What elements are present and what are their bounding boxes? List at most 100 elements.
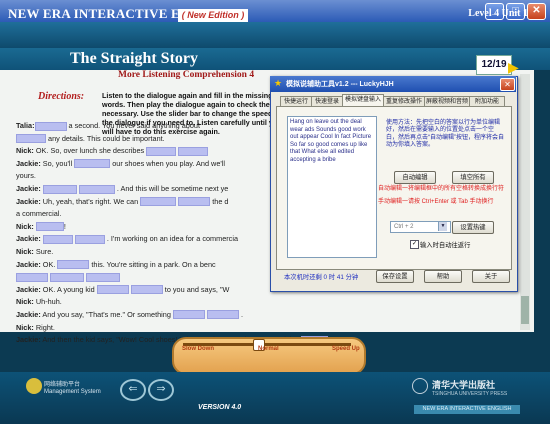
version-label: VERSION 4.0: [198, 404, 242, 411]
usage-instructions: 使用方法：先把空白的答案以行为单位编辑好，然后在需要输入的位置处点击一个空白，然…: [386, 120, 504, 149]
answer-blank-input[interactable]: [96, 285, 129, 295]
speed-slow-label: Slow Down: [182, 346, 214, 352]
platform-logo-name: 网络辅助平台: [44, 382, 81, 388]
speaker-label: Jackie:: [16, 234, 41, 244]
speaker-label: Jackie:: [16, 335, 41, 345]
university-name: 清华大学出版社: [432, 380, 496, 390]
page-number: 12/19: [476, 55, 512, 75]
dialogue-line: Jackie: And you say, "That's me." Or som…: [16, 309, 328, 322]
speed-fast-label: Speed Up: [332, 346, 360, 352]
dialogue-text: So, you'll: [40, 158, 75, 168]
dialogue-text: Sure.: [33, 246, 54, 256]
section-subtitle: More Listening Comprehension 4: [118, 70, 255, 80]
next-page-arrow-icon[interactable]: ▶: [508, 60, 522, 74]
answer-blank-input[interactable]: [178, 197, 211, 207]
speaker-label: Jackie:: [16, 158, 41, 168]
answer-blank-input[interactable]: [74, 159, 111, 169]
answer-blank-input[interactable]: [35, 222, 64, 232]
dialogue-text: OK. A young kid: [40, 284, 97, 294]
helper-dialog-title: 模拟说辅助工具v1.2 --- LuckyHJH: [286, 81, 394, 88]
university-seal-icon: [412, 378, 428, 394]
auto-return-label: 输入时自动往返行: [420, 242, 471, 249]
speaker-label: Talia:: [16, 121, 35, 130]
story-title: The Straight Story: [70, 50, 198, 67]
content-scrollbar[interactable]: [520, 74, 530, 330]
auto-edit-button[interactable]: 自动编辑: [394, 171, 436, 184]
save-settings-button[interactable]: 保存设置: [376, 270, 414, 283]
close-button[interactable]: ✕: [527, 3, 546, 20]
remaining-time-status: 本次机时还剩 0 时 41 分钟: [284, 274, 359, 281]
dialogue-text: . I'm working on an idea for a commercia: [104, 234, 239, 244]
answer-blank-input[interactable]: [42, 234, 73, 244]
answer-blank-input[interactable]: [78, 184, 115, 194]
speaker-label: Jackie:: [16, 284, 41, 294]
auto-edit-note: 自动编辑一将编辑框中的所有空格转换成换行符: [378, 186, 505, 192]
speed-normal-label: Normal: [258, 346, 279, 352]
speaker-label: Jackie:: [16, 259, 41, 269]
dialogue-text: any details. This could be important.: [46, 133, 165, 143]
dialog-close-icon[interactable]: ✕: [500, 78, 515, 91]
manual-edit-note: 手动编辑一请按 Ctrl+Enter 或 Tab 手动换行: [378, 199, 494, 205]
back-arrow-icon[interactable]: ⇐: [120, 379, 146, 401]
directions-label: Directions:: [38, 91, 85, 102]
answer-blank-input[interactable]: [16, 272, 48, 282]
answer-blank-input[interactable]: [34, 121, 67, 131]
platform-logo-sub: Management System: [44, 389, 101, 395]
answer-blank-input[interactable]: [74, 234, 105, 244]
level-unit-label: Level 4 Unit 1: [468, 8, 528, 19]
dialog-star-icon: ★: [274, 78, 283, 88]
dialogue-text: Uh-huh.: [33, 297, 62, 307]
speaker-label: Nick:: [16, 297, 34, 307]
fill-all-button[interactable]: 填空所有: [452, 171, 494, 184]
footer-brand: NEW ERA INTERACTIVE ENGLISH: [414, 405, 520, 414]
speaker-label: Jackie:: [16, 183, 41, 193]
answer-blank-input[interactable]: [146, 146, 177, 156]
dialogue-text: the d: [210, 196, 229, 206]
dialogue-text: this. You're sitting in a park. On a ben…: [89, 259, 216, 269]
dialogue-text: a commercial.: [16, 209, 62, 219]
content-scroll-thumb[interactable]: [521, 296, 529, 324]
dialogue-text: a second. You never said anything about: [66, 121, 201, 130]
dialogue-text: .: [238, 309, 244, 319]
answer-blank-input[interactable]: [50, 272, 85, 282]
speaker-label: Nick:: [16, 221, 34, 231]
answer-blank-input[interactable]: [172, 310, 205, 320]
about-button[interactable]: 关于: [472, 270, 510, 283]
next-arrow-icon[interactable]: ⇒: [148, 379, 174, 401]
speaker-label: Nick:: [16, 146, 34, 156]
dialogue-text: to you and says, "W: [162, 284, 230, 294]
answer-text-content: Hang on leave out the deal wear ads Soun…: [290, 119, 372, 163]
hotkey-dropdown-icon[interactable]: ▼: [438, 222, 447, 231]
speaker-label: Jackie:: [16, 309, 41, 319]
speaker-label: Nick:: [16, 322, 34, 332]
answer-blank-input[interactable]: [130, 285, 163, 295]
dialogue-text: our shoes when you play. And we'll: [110, 158, 226, 168]
set-hotkey-button[interactable]: 设置热键: [452, 221, 494, 234]
dialogue-text: Right.: [33, 322, 55, 332]
answer-blank-input[interactable]: [86, 272, 121, 282]
dialogue-line: Nick: Right.: [16, 322, 328, 335]
dialogue-text: OK.: [40, 259, 58, 269]
dialogue-text: Uh, yeah, that's right. We can: [40, 196, 141, 206]
dialogue-text: yours.: [16, 171, 36, 181]
speaker-label: Nick:: [16, 246, 34, 256]
speaker-label: Jackie:: [16, 196, 41, 206]
answer-blank-input[interactable]: [140, 197, 177, 207]
app-header: [0, 22, 550, 48]
university-name-en: TSINGHUA UNIVERSITY PRESS: [432, 391, 508, 397]
platform-logo-icon: [26, 378, 42, 394]
answer-blank-input[interactable]: [57, 260, 90, 270]
auto-return-checkbox[interactable]: ✓: [410, 240, 419, 249]
answer-blank-input[interactable]: [42, 184, 77, 194]
dialogue-text: !: [63, 221, 66, 231]
dialogue-text: OK. So, over lunch she describes: [33, 146, 147, 156]
platform-logo-text: 网络辅助平台 Management System: [44, 382, 101, 396]
edition-badge: ( New Edition ): [178, 9, 248, 22]
help-button[interactable]: 帮助: [424, 270, 462, 283]
dialogue-text: And you say, "That's me." Or something: [40, 309, 173, 319]
dialogue-text: . And this will be sometime next ye: [114, 183, 229, 193]
dialogue-line: Nick: Uh-huh.: [16, 296, 328, 309]
answer-blank-input[interactable]: [206, 310, 239, 320]
answer-blank-input[interactable]: [16, 134, 46, 144]
answer-blank-input[interactable]: [178, 146, 209, 156]
